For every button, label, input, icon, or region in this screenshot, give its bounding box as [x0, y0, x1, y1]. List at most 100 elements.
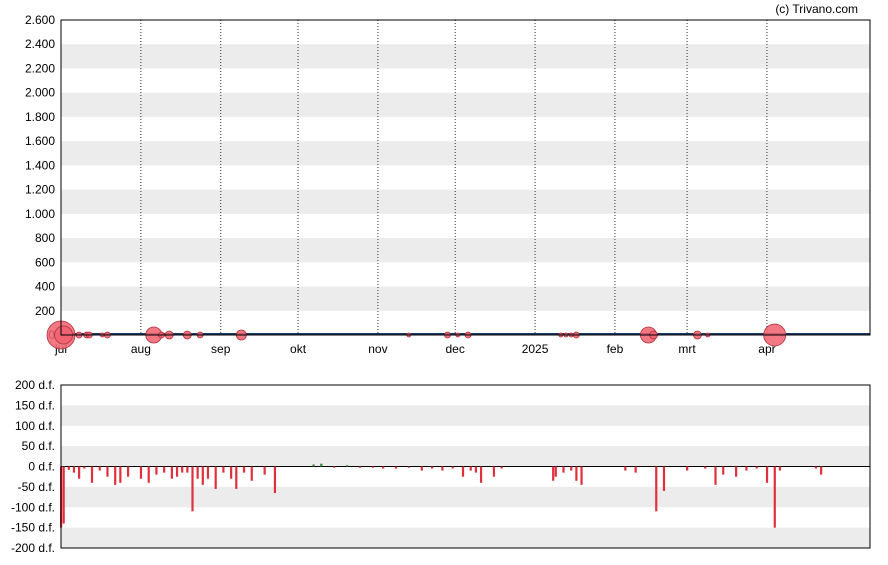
y-tick-label: 400: [35, 280, 55, 294]
data-bar: [820, 466, 823, 475]
band: [61, 238, 870, 263]
y-tick-label: 600: [35, 255, 55, 269]
y-tick-label: 2.600: [25, 13, 55, 27]
data-bar: [273, 466, 277, 493]
data-bar: [126, 466, 130, 477]
data-bar: [755, 466, 758, 469]
data-bar: [500, 466, 503, 469]
data-bar: [78, 466, 81, 479]
data-bar: [214, 466, 217, 489]
data-bar: [175, 466, 179, 477]
data-bar: [206, 466, 210, 479]
data-bar: [441, 466, 444, 471]
data-bar: [201, 466, 204, 485]
data-bar: [634, 466, 637, 473]
bottom-chart-y-ticks: -200 d.f. -150 d.f. -100 d.f. -50 d.f. 0 d.f…: [11, 378, 55, 555]
data-bar: [474, 466, 478, 473]
data-bar: [155, 466, 158, 475]
data-bar: [320, 463, 323, 467]
data-bar: [371, 466, 374, 468]
data-bar: [814, 466, 818, 469]
data-bar: [655, 466, 658, 512]
data-bar: [704, 466, 707, 469]
y-tick-label: 200 d.f.: [15, 378, 55, 392]
x-tick-label: mrt: [678, 342, 696, 356]
data-bar: [186, 466, 189, 473]
data-bar: [394, 466, 398, 469]
data-bar: [333, 466, 336, 468]
y-tick-label: 2.000: [25, 86, 55, 100]
y-tick-label: 1.600: [25, 134, 55, 148]
band: [61, 486, 870, 508]
data-bar: [570, 466, 573, 471]
y-tick-label: -50 d.f.: [18, 480, 55, 494]
x-tick-label: okt: [290, 342, 307, 356]
data-bar: [139, 466, 143, 479]
y-tick-label: 800: [35, 231, 55, 245]
data-bar: [62, 466, 65, 524]
data-bar: [312, 464, 315, 467]
y-tick-label: 1.800: [25, 110, 55, 124]
band: [61, 141, 870, 166]
data-bar: [147, 466, 150, 483]
data-bar: [407, 466, 411, 468]
y-tick-label: 1.000: [25, 207, 55, 221]
y-tick-label: 1.400: [25, 158, 55, 172]
data-bar: [119, 466, 122, 483]
data-bar: [170, 466, 173, 479]
y-tick-label: 2.200: [25, 61, 55, 75]
band: [61, 527, 870, 548]
data-bar: [575, 466, 578, 481]
data-bar: [72, 466, 76, 473]
data-bar: [580, 466, 583, 485]
chart-canvas: 02004006008001.0001.2001.4001.6001.8002.…: [11, 13, 871, 555]
data-bar: [358, 466, 362, 468]
data-bar: [686, 466, 689, 471]
x-tick-label: sep: [211, 342, 231, 356]
band: [61, 92, 870, 117]
x-tick-label: aug: [131, 342, 151, 356]
data-bar: [263, 466, 266, 475]
data-bar: [114, 466, 117, 485]
y-tick-label: -150 d.f.: [11, 521, 55, 535]
y-tick-label: 150 d.f.: [15, 398, 55, 412]
data-bar: [90, 466, 94, 483]
x-tick-label: nov: [368, 342, 387, 356]
data-bar: [778, 466, 782, 471]
data-bar: [735, 466, 738, 477]
y-tick-label: -100 d.f.: [11, 500, 55, 514]
data-bar: [242, 466, 246, 473]
data-bar: [773, 466, 776, 528]
data-bar: [624, 466, 627, 471]
band: [61, 286, 870, 311]
data-bar: [250, 466, 253, 481]
band: [61, 44, 870, 69]
bottom-chart-bands: [61, 405, 870, 548]
band: [61, 405, 870, 426]
data-bar: [765, 466, 769, 483]
y-tick-label: 0 d.f.: [28, 460, 55, 474]
data-bar: [222, 466, 225, 473]
data-bar: [554, 466, 557, 477]
x-tick-label: 2025: [522, 342, 549, 356]
y-tick-label: 1.200: [25, 183, 55, 197]
y-tick-label: -200 d.f.: [11, 541, 55, 555]
x-tick-label: feb: [607, 342, 624, 356]
data-bar: [552, 466, 555, 481]
top-chart-bands: [61, 44, 870, 311]
data-bar: [469, 466, 472, 471]
data-bar: [230, 466, 233, 479]
y-tick-label: 2.400: [25, 37, 55, 51]
y-tick-label: 200: [35, 304, 55, 318]
data-bar: [745, 466, 748, 471]
data-bar: [181, 466, 184, 473]
data-bar: [420, 466, 423, 471]
data-bar: [98, 466, 101, 471]
band: [61, 189, 870, 214]
data-bar: [163, 466, 166, 473]
data-bar: [196, 466, 199, 479]
y-tick-label: 100 d.f.: [15, 419, 55, 433]
data-bar: [345, 465, 349, 467]
data-bar: [662, 466, 666, 491]
data-bar: [451, 466, 454, 469]
